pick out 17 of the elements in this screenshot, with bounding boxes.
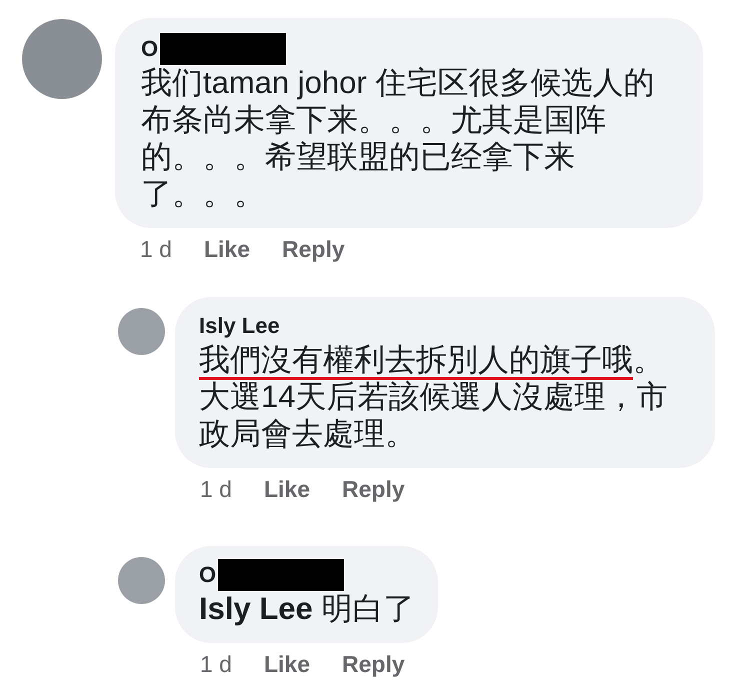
- comment-time: 1 d: [200, 650, 232, 679]
- avatar-placeholder: [118, 308, 165, 354]
- avatar-placeholder: [118, 557, 165, 604]
- comment-text: 我們沒有權利去拆別人的旗子哦。 大選14天后若該候選人沒處理，市 政局會去處理。: [199, 340, 668, 452]
- comment-action-link[interactable]: Like: [264, 647, 310, 682]
- comment-action-link[interactable]: Reply: [342, 647, 405, 682]
- comment-action-link[interactable]: Reply: [342, 472, 405, 506]
- comment-text: Isly Lee 明白了: [199, 590, 414, 627]
- author-name[interactable]: O: [141, 34, 158, 64]
- author-name[interactable]: Isly Lee: [199, 310, 280, 340]
- comment-action-link[interactable]: Reply: [282, 232, 345, 266]
- comment-time: 1 d: [200, 474, 232, 504]
- comment-text: 我们taman johor 住宅区很多候选人的 布条尚未拿下来。。。尤其是国阵 的。。。希望联盟的已经拿下来 了。。。: [141, 64, 656, 212]
- comment-action-link[interactable]: Like: [204, 232, 250, 266]
- comment-time: 1 d: [140, 235, 172, 264]
- author-name[interactable]: O: [199, 560, 216, 590]
- comment-action-link[interactable]: Like: [264, 472, 310, 506]
